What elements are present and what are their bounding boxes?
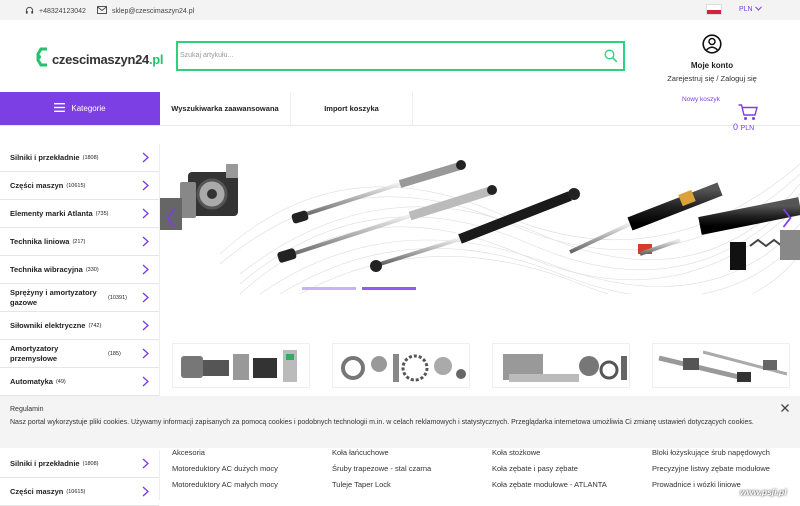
subcategory-link[interactable]: Motoreduktory AC małych mocy — [172, 479, 322, 495]
phone-number: +48324123042 — [39, 8, 86, 15]
subcategory-link[interactable]: Koła łańcuchowe — [332, 447, 482, 463]
phone-contact[interactable]: +48324123042 — [25, 6, 86, 17]
search-input[interactable]: Szukaj artykułu... — [180, 52, 233, 59]
user-icon — [702, 34, 722, 58]
cookie-text: Nasz portal wykorzystuje pliki cookies. … — [10, 419, 754, 426]
hero-banner[interactable] — [160, 144, 800, 294]
sidebar-item-shock-absorbers[interactable]: Amortyzatory przemysłowe (185) — [0, 340, 159, 368]
email-contact[interactable]: sklep@czescimaszyn24.pl — [97, 6, 194, 16]
subcategory-link[interactable]: Koła zębate i pasy zębate — [492, 463, 642, 479]
thumb-linear[interactable] — [652, 343, 790, 388]
site-logo[interactable]: czescimaszyn24.pl — [36, 46, 164, 73]
chevron-right-icon — [142, 458, 150, 471]
sidebar-item-motors[interactable]: Silniki i przekładnie (1808) — [0, 144, 159, 172]
category-sidebar-lower: Silniki i przekładnie (1808) Części maszy… — [0, 450, 160, 506]
subcategory-link[interactable]: Precyzyjne listwy zębate modułowe — [652, 463, 800, 479]
chevron-right-icon — [142, 152, 150, 165]
email-address: sklep@czescimaszyn24.pl — [112, 7, 195, 15]
currency-selector[interactable]: PLN — [739, 6, 762, 13]
banner-next-arrow[interactable] — [782, 208, 792, 233]
thumb-atlanta[interactable] — [492, 343, 630, 388]
category-sidebar: Silniki i przekładnie (1808) Części maszy… — [0, 144, 160, 396]
sidebar-item-gas-springs[interactable]: Sprężyny i amortyzatory gazowe (10391) — [0, 284, 159, 312]
categories-label: Kategorie — [71, 104, 106, 113]
currency-label: PLN — [739, 6, 753, 13]
thumb-machine-parts[interactable] — [332, 343, 470, 388]
header: czescimaszyn24.pl Szukaj artykułu... Moj… — [0, 20, 800, 92]
categories-button[interactable]: Kategorie — [0, 92, 160, 125]
cookie-title[interactable]: Regulamin — [10, 406, 43, 413]
envelope-icon — [97, 6, 107, 16]
banner-dot-active[interactable] — [362, 287, 416, 290]
category-thumbnails — [160, 335, 800, 395]
subcategory-link[interactable]: Koła zębate modułowe - ATLANTA — [492, 479, 642, 495]
chevron-down-icon — [754, 6, 762, 13]
logo-suffix-text: .pl — [148, 52, 164, 67]
sidebar-item-actuators[interactable]: Siłowniki elektryczne (742) — [0, 312, 159, 340]
sidebar-item-vibration[interactable]: Technika wibracyjna (330) — [0, 256, 159, 284]
nav-bar: Kategorie Wyszukiwarka zaawansowana Impo… — [0, 92, 800, 132]
banner-prev-arrow[interactable] — [166, 208, 176, 233]
account-section[interactable]: Moje konto Zarejestruj się / Zaloguj się — [660, 34, 764, 83]
subcategory-link[interactable]: Śruby trapezowe - stal czarna — [332, 463, 482, 479]
search-box[interactable]: Szukaj artykułu... — [176, 41, 625, 71]
logo-main-text: czescimaszyn24 — [52, 52, 149, 67]
account-links[interactable]: Zarejestruj się / Zaloguj się — [660, 74, 764, 83]
subcategory-link[interactable]: Motoreduktory AC dużych mocy — [172, 463, 322, 479]
cookie-notice: Regulamin Nasz portal wykorzystuje pliki… — [0, 396, 800, 448]
banner-image — [160, 160, 800, 294]
hamburger-icon — [54, 103, 66, 114]
chevron-right-icon — [142, 348, 150, 361]
subcategory-link[interactable]: Bloki łożyskujące śrub napędowych — [652, 447, 800, 463]
close-icon[interactable] — [780, 403, 790, 415]
banner-dot[interactable] — [302, 287, 356, 290]
subcategory-link[interactable]: Tuleje Taper Lock — [332, 479, 482, 495]
sidebar-item-atlanta[interactable]: Elementy marki Atlanta (735) — [0, 200, 159, 228]
chevron-right-icon — [142, 486, 150, 499]
chevron-right-icon — [142, 292, 150, 305]
sidebar-item-automation[interactable]: Automatyka (49) — [0, 368, 159, 396]
top-bar: +48324123042 sklep@czescimaszyn24.pl PLN — [0, 0, 800, 20]
headset-icon — [25, 6, 34, 17]
thumb-motors[interactable] — [172, 343, 310, 388]
cart-amount: 0 PLN — [733, 122, 755, 132]
account-title: Moje konto — [690, 61, 734, 70]
chevron-right-icon — [142, 320, 150, 333]
sidebar-item-motors[interactable]: Silniki i przekładnie (1808) — [0, 450, 159, 478]
watermark: www.psji.pl — [740, 487, 787, 497]
import-cart-link[interactable]: Import koszyka — [291, 92, 413, 125]
sidebar-item-machine-parts[interactable]: Części maszyn (10615) — [0, 172, 159, 200]
chevron-right-icon — [142, 264, 150, 277]
chevron-right-icon — [142, 208, 150, 221]
search-icon[interactable] — [604, 49, 618, 68]
chevron-right-icon — [142, 180, 150, 193]
subcategory-link[interactable]: Koła stożkowe — [492, 447, 642, 463]
subcategory-link[interactable]: Akcesoria — [172, 447, 322, 463]
chevron-right-icon — [142, 236, 150, 249]
cart-label: Nowy koszyk — [682, 96, 720, 103]
advanced-search-link[interactable]: Wyszukiwarka zaawansowana — [160, 92, 291, 125]
language-flag-pl[interactable] — [706, 4, 722, 15]
chevron-right-icon — [142, 376, 150, 389]
sidebar-item-machine-parts[interactable]: Części maszyn (10615) — [0, 478, 159, 506]
cart[interactable]: Nowy koszyk 0 PLN — [670, 96, 766, 136]
banner-pagination — [302, 287, 416, 290]
gear-logo-icon — [36, 46, 50, 73]
sidebar-item-linear[interactable]: Technika liniowa (217) — [0, 228, 159, 256]
